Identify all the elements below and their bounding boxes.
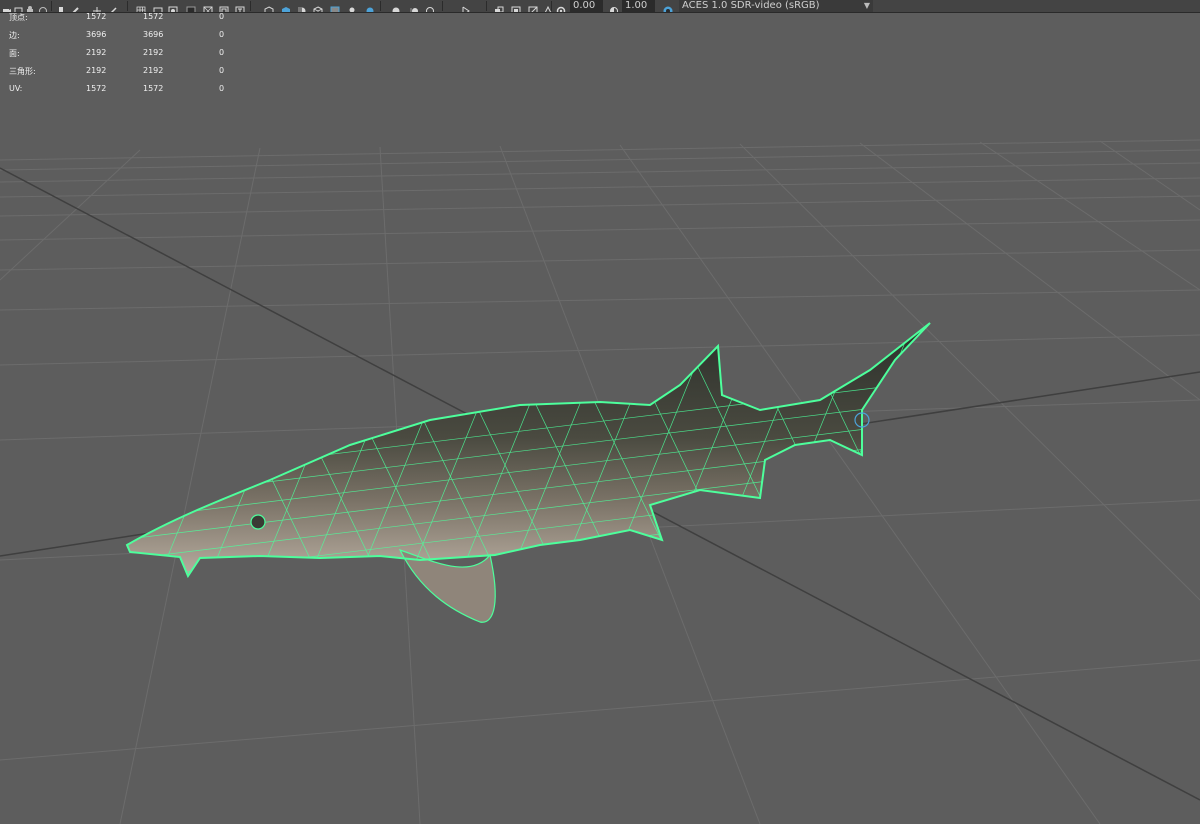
motion-blur-icon[interactable] bbox=[409, 1, 419, 12]
smooth-shade-icon[interactable] bbox=[281, 1, 291, 12]
move-icon[interactable] bbox=[92, 1, 102, 12]
color-management-icon[interactable] bbox=[663, 1, 673, 12]
safe-action-icon[interactable] bbox=[219, 1, 229, 12]
resolution-gate-icon[interactable] bbox=[168, 1, 178, 12]
shadows-icon[interactable] bbox=[365, 1, 375, 12]
ambient-occlusion-icon[interactable] bbox=[391, 1, 401, 12]
gate-mask-icon[interactable] bbox=[186, 1, 196, 12]
xray-icon[interactable] bbox=[330, 1, 340, 12]
isolate-icon[interactable] bbox=[108, 1, 118, 12]
chevron-down-icon: ▼ bbox=[863, 1, 870, 10]
grid-icon[interactable] bbox=[136, 1, 146, 12]
isolate-select-icon[interactable] bbox=[461, 1, 471, 12]
bookmark-icon[interactable] bbox=[56, 1, 66, 12]
color-space-dropdown[interactable]: ACES 1.0 SDR-video (sRGB) ▼ bbox=[679, 0, 873, 12]
field-chart-icon[interactable] bbox=[203, 1, 213, 12]
gamma-icon[interactable] bbox=[609, 1, 619, 12]
safe-title-icon[interactable] bbox=[235, 1, 245, 12]
xray-joints-icon[interactable] bbox=[511, 1, 521, 12]
color-space-label: ACES 1.0 SDR-video (sRGB) bbox=[682, 0, 820, 11]
xray-active-icon[interactable] bbox=[494, 1, 504, 12]
wireframe-icon[interactable] bbox=[264, 1, 274, 12]
exposure-field[interactable]: 0.00 bbox=[570, 0, 603, 12]
gamma-field[interactable]: 1.00 bbox=[622, 0, 655, 12]
exposure-icon[interactable] bbox=[556, 1, 566, 12]
default-material-icon[interactable] bbox=[297, 1, 307, 12]
sturgeon-mesh[interactable] bbox=[120, 322, 940, 623]
camera-lock-icon[interactable] bbox=[38, 1, 48, 12]
3d-viewport[interactable] bbox=[0, 13, 1200, 824]
multisample-icon[interactable] bbox=[425, 1, 435, 12]
textured-icon[interactable] bbox=[313, 1, 323, 12]
pen-icon[interactable] bbox=[70, 1, 80, 12]
camera-select-icon[interactable] bbox=[14, 1, 24, 12]
backface-culling-icon[interactable] bbox=[528, 1, 538, 12]
camera-attributes-icon[interactable] bbox=[26, 1, 36, 12]
film-gate-icon[interactable] bbox=[153, 1, 163, 12]
lighting-icon[interactable] bbox=[347, 1, 357, 12]
camera-icon[interactable] bbox=[2, 1, 12, 12]
